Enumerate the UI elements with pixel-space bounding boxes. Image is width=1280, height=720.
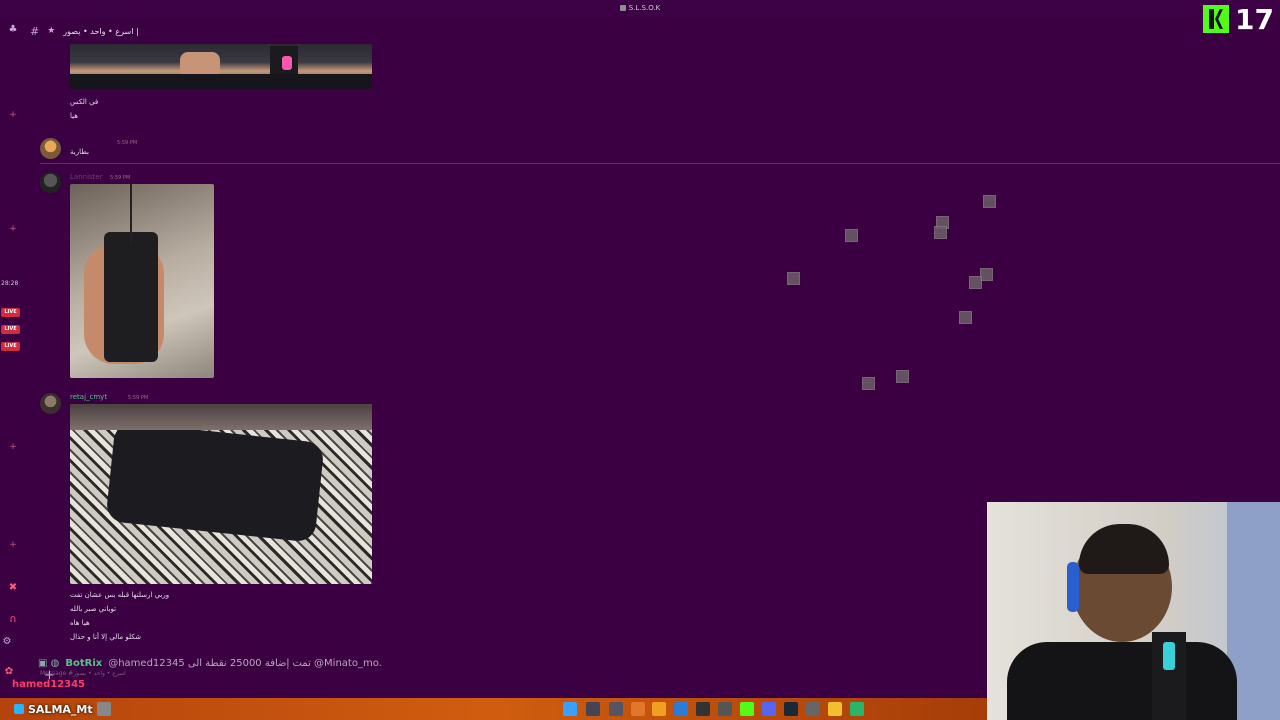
kick-viewer-overlay: 17 [1203,2,1274,36]
steam-icon[interactable] [784,702,798,716]
add-icon[interactable]: + [6,110,20,124]
message-text: بطارية [70,148,89,156]
live-badge[interactable]: LIVE [1,325,20,334]
floating-emote [969,276,982,289]
app-icon[interactable] [696,702,710,716]
floating-emote [845,229,858,242]
message-timestamp: 5:59 PM [110,175,131,181]
overlay-chat-user: hamed12345 [12,679,86,690]
add-icon[interactable]: + [6,224,20,238]
message-text: شكلو مالي إلا أنا و حذال [70,633,142,641]
message-timestamp: 5:59 PM [128,395,149,401]
channel-star-icon[interactable]: ★ [47,26,55,36]
floating-emote [983,195,996,208]
app-icon[interactable] [806,702,820,716]
window-title-bar: S.L.S.O.K [0,0,1280,18]
message-text: وربي ارسلتها قبله بس عشان تفت [70,591,170,599]
floating-emote [934,226,947,239]
streamer-avatar [96,702,111,716]
stream-timer: 28:28 [1,280,19,287]
floating-emote [959,311,972,324]
message-author[interactable]: retaj_cmyt [70,393,107,401]
bot-chat-message: ▣ ◍ BotRix @hamed12345 تمت إضافة 25000 ن… [38,658,382,669]
search-icon[interactable] [586,702,600,716]
add-icon[interactable]: + [6,442,20,456]
friends-icon[interactable]: ♣ [6,24,20,38]
live-badge[interactable]: LIVE [1,308,20,317]
settings-icon[interactable]: ⚙ [0,636,14,650]
taskbar [0,698,987,720]
message-text: هيا [70,112,78,120]
gear-icon[interactable]: ✿ [2,666,16,680]
viewer-count: 17 [1235,2,1274,36]
power-bank-shape [105,421,325,543]
bot-text: @hamed12345 تمت إضافة 25000 نقطة الى @Mi… [108,658,382,669]
kick-logo-icon [1203,5,1230,33]
message-image[interactable] [70,184,214,378]
new-messages-divider [40,163,1280,164]
message-timestamp: 5:59 PM [117,140,138,146]
browser-icon[interactable] [850,702,864,716]
message-text: هيا هاه [70,619,90,627]
message-text: في الكس [70,98,99,106]
background-shape [70,404,372,430]
channel-header: # ★ اسرع • واحد • يصور | [30,22,139,40]
social-icon [14,704,24,714]
file-explorer-icon[interactable] [828,702,842,716]
streamer-overlay: SALMA_Mt [14,702,111,716]
headset-icon [1067,562,1079,612]
shirt-shape [1007,642,1237,720]
code-editor-icon[interactable] [674,702,688,716]
shirt-shape [70,74,372,89]
settings-icon[interactable] [718,702,732,716]
streamer-name: SALMA_Mt [28,702,93,716]
mute-icon[interactable]: ✖ [6,582,20,596]
floating-emote [787,272,800,285]
kick-app-icon[interactable] [740,702,754,716]
headphones-icon[interactable]: ∩ [6,614,20,628]
message-author[interactable]: Lannister [70,173,103,181]
channel-name: اسرع • واحد • يصور | [63,26,139,36]
message-image[interactable] [70,44,372,89]
add-icon[interactable]: + [6,540,20,554]
app-icon[interactable] [631,702,645,716]
cable-shape [130,184,132,244]
avatar[interactable] [40,138,61,159]
bot-name: BotRix [65,658,103,669]
live-badge[interactable]: LIVE [1,342,20,351]
avatar[interactable] [40,172,61,193]
floating-emote [862,377,875,390]
left-sidebar: ♣ + + 28:28 LIVE LIVE LIVE + + ✖ ∩ ⚙ ✿ [0,18,26,698]
task-view-icon[interactable] [609,702,623,716]
floating-emote [896,370,909,383]
app-icon[interactable] [652,702,666,716]
mic-light-shape [1163,642,1175,670]
discord-icon[interactable] [762,702,776,716]
channel-hash-icon: # [30,24,40,38]
power-bank-shape [104,232,158,362]
message-image[interactable] [70,404,372,584]
mic-light-shape [282,56,292,70]
webcam-feed [987,502,1280,720]
windows-start-icon[interactable] [563,702,577,716]
message-text: توباني صبر بالله [70,605,117,613]
app-icon [619,5,626,11]
avatar[interactable] [40,393,61,414]
window-title: S.L.S.O.K [0,4,1280,12]
